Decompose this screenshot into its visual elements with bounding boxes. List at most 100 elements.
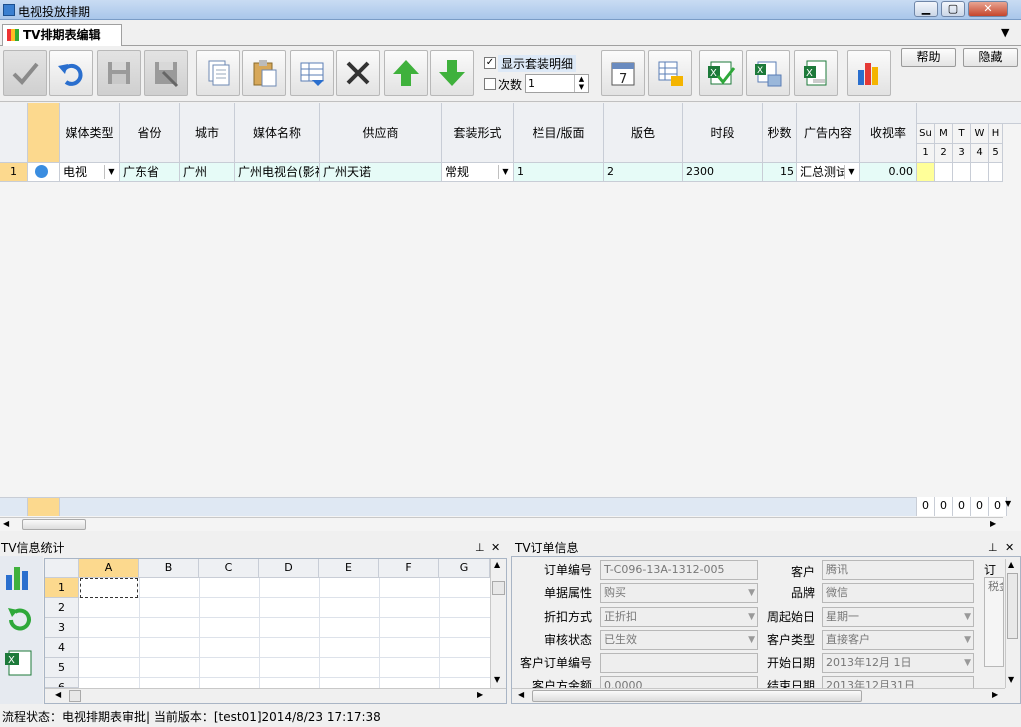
sheet-col-header[interactable]: G xyxy=(439,559,490,578)
save-as-button[interactable] xyxy=(144,50,188,96)
brand-field[interactable]: 微信 xyxy=(822,583,974,603)
scroll-left-arrow-icon[interactable]: ◀ xyxy=(518,690,524,699)
sheet-row-header[interactable]: 4 xyxy=(45,638,79,658)
sheet-col-header[interactable]: B xyxy=(139,559,199,578)
sheet-row-header[interactable]: 6 xyxy=(45,678,79,688)
scroll-up-arrow-icon[interactable]: ▲ xyxy=(494,560,500,569)
package-dropdown[interactable]: 常规 ▼ xyxy=(442,163,514,182)
col-header-column[interactable]: 栏目/版面 xyxy=(514,103,604,163)
week-start-select[interactable]: 星期一 ▼ xyxy=(822,607,974,627)
minimize-button[interactable]: ▁ xyxy=(914,1,938,17)
form-vertical-scrollbar[interactable]: ▲ ▼ xyxy=(1005,559,1019,688)
period-cell[interactable]: 2300 xyxy=(683,163,763,182)
close-button[interactable]: ✕ xyxy=(968,1,1008,17)
chart-button[interactable] xyxy=(847,50,891,96)
sheet-col-header[interactable]: C xyxy=(199,559,259,578)
grid-horizontal-scrollbar[interactable]: ◀ ▶ xyxy=(0,517,1003,531)
day-cell-1[interactable] xyxy=(917,163,935,182)
insert-row-button[interactable] xyxy=(290,50,334,96)
times-checkbox[interactable] xyxy=(484,78,496,90)
show-detail-checkbox[interactable]: ✓ xyxy=(484,57,496,69)
sheet-row-header[interactable]: 5 xyxy=(45,658,79,678)
scroll-right-arrow-icon[interactable]: ▶ xyxy=(990,519,996,528)
extra-field[interactable]: 税金 xyxy=(984,577,1004,667)
confirm-button[interactable] xyxy=(3,50,47,96)
audit-select[interactable]: 已生效 ▼ xyxy=(600,630,758,650)
color-cell[interactable]: 2 xyxy=(604,163,683,182)
customer-type-select[interactable]: 直接客户 ▼ xyxy=(822,630,974,650)
start-date-picker[interactable]: 2013年12月 1日 ▼ xyxy=(822,653,974,673)
end-date-picker[interactable]: 2013年12月31日 xyxy=(822,676,974,688)
order-attr-select[interactable]: 购买 ▼ xyxy=(600,583,758,603)
sheet-vertical-scrollbar[interactable]: ▲ ▼ xyxy=(490,559,506,688)
excel-export-button[interactable]: X xyxy=(746,50,790,96)
order-close-icon[interactable]: ✕ xyxy=(1005,541,1014,554)
scroll-down-arrow-icon[interactable]: ▼ xyxy=(1008,675,1014,684)
col-header-color[interactable]: 版色 xyxy=(604,103,683,163)
scroll-right-arrow-icon[interactable]: ▶ xyxy=(992,690,998,699)
scroll-left-arrow-icon[interactable]: ◀ xyxy=(3,519,9,528)
discount-select[interactable]: 正折扣 ▼ xyxy=(600,607,758,627)
col-header-ad-content[interactable]: 广告内容 xyxy=(797,103,860,163)
row-lock-cell[interactable] xyxy=(28,163,60,182)
rating-cell[interactable]: 0.00 xyxy=(860,163,917,182)
stats-close-icon[interactable]: ✕ xyxy=(491,541,500,554)
customer-field[interactable]: 腾讯 xyxy=(822,560,974,580)
order-pin-icon[interactable]: ⊥ xyxy=(988,541,998,554)
stats-chart-button[interactable] xyxy=(3,561,35,593)
col-header-media-type[interactable]: 媒体类型 xyxy=(60,103,120,163)
scroll-up-arrow-icon[interactable]: ▲ xyxy=(1008,560,1014,569)
day-cell-5[interactable] xyxy=(989,163,1003,182)
order-no-field[interactable]: T-C096-13A-1312-005 xyxy=(600,560,758,580)
date-dropdown-icon[interactable]: ▼ xyxy=(964,654,971,672)
calendar-button[interactable]: 7 xyxy=(601,50,645,96)
media-type-dropdown[interactable]: 电视 ▼ xyxy=(60,163,120,182)
col-header-package[interactable]: 套装形式 xyxy=(442,103,514,163)
spinner-arrows-icon[interactable]: ▲ ▼ xyxy=(574,75,588,92)
city-cell[interactable]: 广州 xyxy=(180,163,235,182)
scroll-thumb[interactable] xyxy=(69,690,81,702)
delete-button[interactable] xyxy=(336,50,380,96)
ad-content-dropdown[interactable]: 汇总测试 ▼ xyxy=(797,163,860,182)
dropdown-arrow-icon[interactable]: ▼ xyxy=(748,631,755,649)
undo-button[interactable] xyxy=(49,50,93,96)
col-header-seconds[interactable]: 秒数 xyxy=(763,103,797,163)
sheet-selected-cell[interactable] xyxy=(80,578,138,598)
form-horizontal-scrollbar[interactable]: ◀ ▶ xyxy=(512,688,1005,703)
copy-button[interactable] xyxy=(196,50,240,96)
dropdown-arrow-icon[interactable]: ▼ xyxy=(748,584,755,602)
sheet-row-header[interactable]: 2 xyxy=(45,598,79,618)
stats-refresh-button[interactable] xyxy=(3,604,35,636)
tab-menu-chevron-icon[interactable]: ▼ xyxy=(1001,26,1009,39)
scroll-thumb[interactable] xyxy=(492,581,505,595)
move-down-button[interactable] xyxy=(430,50,474,96)
dropdown-arrow-icon[interactable]: ▼ xyxy=(844,165,858,179)
excel-template-button[interactable]: X xyxy=(794,50,838,96)
sheet-row-header[interactable]: 1 xyxy=(45,578,79,598)
sheet-col-header[interactable]: D xyxy=(259,559,319,578)
day-cell-4[interactable] xyxy=(971,163,989,182)
dropdown-arrow-icon[interactable]: ▼ xyxy=(498,165,512,179)
tab-tv-schedule-editor[interactable]: TV排期表编辑 xyxy=(2,24,122,46)
scroll-down-arrow-icon[interactable]: ▼ xyxy=(494,675,500,684)
cust-order-no-field[interactable] xyxy=(600,653,758,673)
stats-excel-button[interactable]: X xyxy=(3,647,35,679)
day-cell-3[interactable] xyxy=(953,163,971,182)
media-name-cell[interactable]: 广州电视台(影视 xyxy=(235,163,320,182)
col-header-media-name[interactable]: 媒体名称 xyxy=(235,103,320,163)
scroll-thumb[interactable] xyxy=(1007,573,1018,639)
sheet-col-header[interactable]: A xyxy=(79,559,139,578)
col-header-city[interactable]: 城市 xyxy=(180,103,235,163)
col-header-supplier[interactable]: 供应商 xyxy=(320,103,442,163)
save-button[interactable] xyxy=(97,50,141,96)
col-header-rating[interactable]: 收视率 xyxy=(860,103,917,163)
dropdown-arrow-icon[interactable]: ▼ xyxy=(964,631,971,649)
seconds-cell[interactable]: 15 xyxy=(763,163,797,182)
scroll-down-arrow-icon[interactable]: ▼ xyxy=(1005,499,1011,508)
help-button[interactable]: 帮助 xyxy=(901,48,956,67)
column-cell[interactable]: 1 xyxy=(514,163,604,182)
col-header-province[interactable]: 省份 xyxy=(120,103,180,163)
times-spinner[interactable]: 1 ▲ ▼ xyxy=(525,74,589,93)
sheet-col-header[interactable]: F xyxy=(379,559,439,578)
sheet-horizontal-scrollbar[interactable]: ◀ ▶ xyxy=(45,688,506,703)
